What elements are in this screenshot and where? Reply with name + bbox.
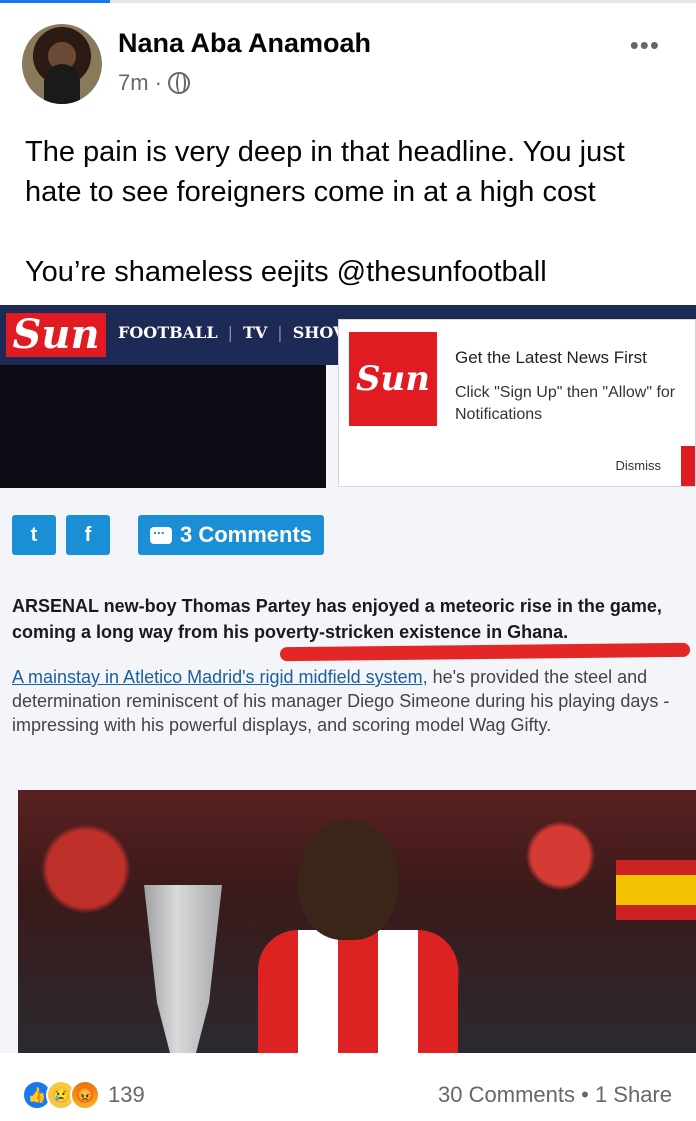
spain-flag [616,860,696,920]
reactions[interactable]: 👍 😢 😡 139 [22,1080,145,1110]
post-text-paragraph-1: The pain is very deep in that headline. … [25,136,625,208]
post-header: Nana Aba Anamoah 7m · ••• [0,0,696,115]
player-head [298,820,398,940]
notification-popup: Sun Get the Latest News First Click "Sig… [338,319,696,487]
popup-body: Click "Sign Up" then "Allow" for Notific… [455,384,676,423]
sun-logo: Sun [6,313,106,357]
more-options-button[interactable]: ••• [630,30,660,61]
shares-count-link[interactable]: 1 Share [595,1082,672,1107]
article-lead: ARSENAL new-boy Thomas Partey has enjoye… [12,596,662,642]
popup-title: Get the Latest News First [455,348,647,367]
avatar-figure [44,64,80,104]
player-photo [18,790,696,1053]
engagement-counts: 30 Comments • 1 Share [438,1082,672,1108]
trophy [144,885,222,1053]
comments-count-link[interactable]: 30 Comments [438,1082,575,1107]
ad-placeholder [0,365,326,488]
comment-bubble-icon [150,521,172,544]
twitter-icon: t [12,515,56,555]
article-comments-button: 3 Comments [138,515,325,555]
player-shirt [258,930,458,1053]
avatar[interactable] [22,24,102,104]
post-meta: 7m · [118,70,190,96]
popup-dismiss: Dismiss [615,458,662,473]
nav-tv: TV [242,323,268,342]
globe-icon[interactable] [167,72,190,94]
meta-separator: · [154,70,162,95]
post-text: The pain is very deep in that headline. … [25,132,675,332]
nav-football: FOOTBALL [118,323,218,342]
article-comments-label: 3 Comments [180,522,313,547]
post-footer: 👍 😢 😡 139 30 Comments • 1 Share [0,1053,696,1121]
sun-nav: FOOTBALL | TV | SHOV [118,323,345,342]
nav-divider: | [277,323,283,342]
popup-red-tab [681,446,695,486]
angry-reaction-icon: 😡 [70,1080,100,1110]
reaction-count: 139 [108,1082,145,1107]
red-underline-annotation [279,642,691,662]
article-share-row: t f 3 Comments [12,515,325,555]
author-name[interactable]: Nana Aba Anamoah [118,28,371,59]
popup-sun-logo: Sun [349,332,437,426]
facebook-icon: f [66,515,110,555]
post-time[interactable]: 7m [118,70,149,96]
shared-article-image[interactable]: Sun FOOTBALL | TV | SHOV Sun Get the Lat… [0,305,696,1053]
article-body: A mainstay in Atletico Madrid's rigid mi… [12,665,692,737]
nav-divider: | [227,323,233,342]
footer-separator: • [581,1082,589,1107]
article-body-link: A mainstay in Atletico Madrid's rigid mi… [12,667,428,687]
post-text-paragraph-2: You’re shameless eejits @thesunfootball [25,256,547,288]
